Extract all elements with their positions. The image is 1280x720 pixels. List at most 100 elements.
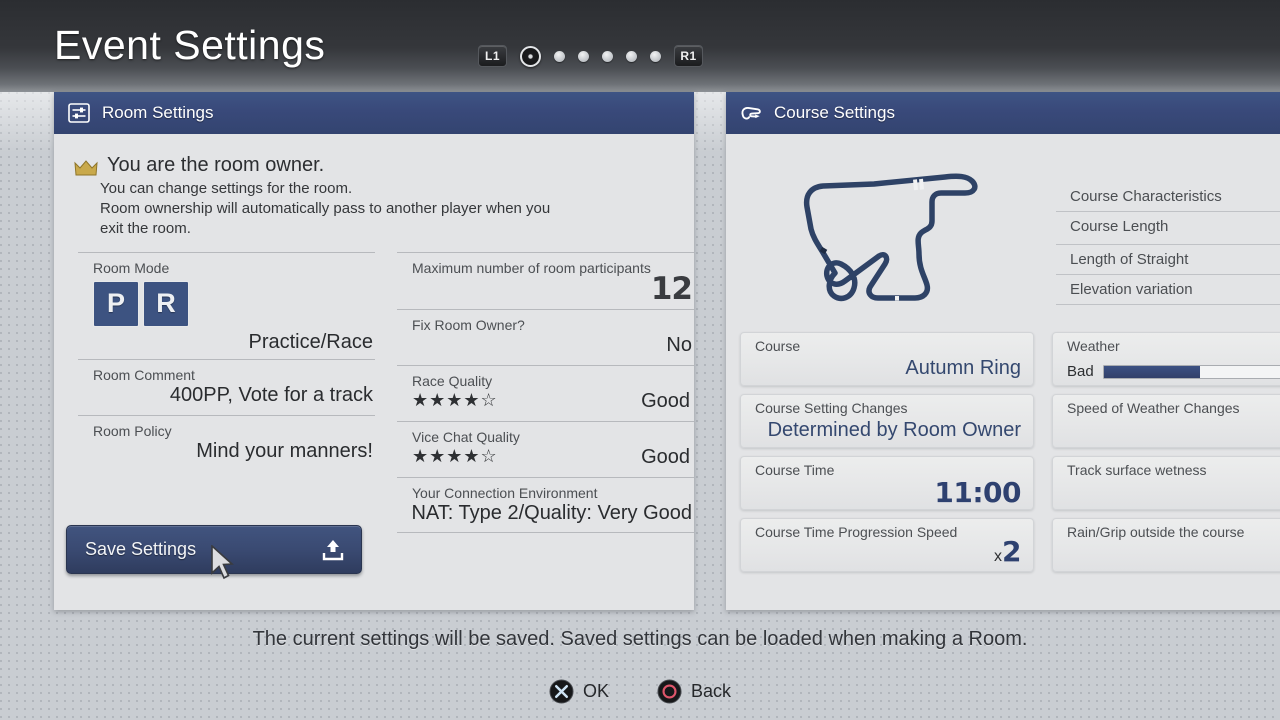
room-comment-value: 400PP, Vote for a track [169, 383, 373, 406]
course-cards-right-column: Weather Bad Good Speed of Weather Change… [1052, 332, 1280, 572]
cross-button-icon [549, 679, 574, 704]
card-course-setting-changes[interactable]: Course Setting Changes Determined by Roo… [740, 394, 1034, 448]
card-weather[interactable]: Weather Bad Good [1052, 332, 1280, 386]
course-cards-left-column: Course Autumn Ring Course Setting Change… [740, 332, 1034, 572]
room-settings-title: Room Settings [102, 103, 214, 122]
back-button[interactable]: Back [657, 679, 731, 704]
pager-dot-1[interactable] [520, 45, 541, 67]
room-mode-value: Practice/Race [248, 330, 374, 353]
pager-dot-5[interactable] [626, 50, 637, 62]
max-participants-value: 12 [650, 270, 693, 307]
course-label: Course [755, 338, 801, 354]
pager-dot-3[interactable] [578, 50, 589, 62]
setting-room-policy[interactable]: Room Policy Mind your manners! [78, 414, 375, 471]
characteristic-course-length: Course Length 2 [1056, 211, 1280, 244]
setting-fix-room-owner[interactable]: Fix Room Owner? No [397, 308, 694, 365]
weather-slider-track[interactable] [1102, 364, 1280, 379]
top-bar: Event Settings L1 R1 [0, 0, 1280, 92]
pager-dot-4[interactable] [602, 50, 613, 62]
room-owner-line-3: exit the room. [100, 219, 191, 237]
weather-slider-low-label: Bad [1067, 363, 1094, 380]
upload-icon [322, 539, 344, 560]
save-settings-label: Save Settings [85, 539, 197, 559]
ok-button[interactable]: OK [549, 679, 609, 704]
room-policy-label: Room Policy [93, 422, 172, 439]
room-mode-label: Room Mode [93, 259, 170, 276]
vice-chat-quality-stars: ★★★★☆ [412, 446, 498, 467]
vice-chat-quality-value: Good [641, 445, 690, 468]
crown-icon [74, 160, 98, 176]
course-time-progression-speed-value: x2 [994, 535, 1021, 568]
multiplier-number: 2 [1002, 535, 1021, 568]
autumn-ring-track-map [803, 173, 978, 301]
fix-room-owner-label: Fix Room Owner? [412, 316, 525, 333]
race-quality-stars: ★★★★☆ [412, 390, 498, 411]
course-time-value: 11:00 [934, 476, 1021, 509]
room-mode-badges: P R [78, 276, 375, 327]
room-policy-value: Mind your manners! [196, 439, 373, 462]
card-track-surface-wetness[interactable]: Track surface wetness [1052, 456, 1280, 510]
room-owner-line-1: You can change settings for the room. [100, 180, 353, 197]
room-owner-title: You are the room owner. [107, 154, 325, 176]
weather-label: Weather [1067, 338, 1120, 354]
mouse-cursor [211, 545, 234, 580]
course-settings-header: Course Settings [726, 92, 1280, 134]
rain-grip-outside-course-label: Rain/Grip outside the course [1067, 524, 1245, 540]
card-course-time[interactable]: Course Time 11:00 [740, 456, 1034, 510]
circle-button-icon [657, 679, 682, 704]
footer-message: The current settings will be saved. Save… [252, 628, 1028, 650]
page-pager: L1 R1 [478, 44, 703, 68]
card-course-time-progression-speed[interactable]: Course Time Progression Speed x2 [740, 518, 1034, 572]
speed-of-weather-changes-label: Speed of Weather Changes [1067, 400, 1240, 416]
setting-race-quality: Race Quality ★★★★☆ Good [397, 364, 694, 421]
r1-button[interactable]: R1 [674, 45, 703, 67]
room-owner-description: You can change settings for the room. Ro… [54, 177, 694, 239]
room-comment-label: Room Comment [93, 366, 195, 383]
course-time-progression-speed-label: Course Time Progression Speed [755, 524, 958, 540]
length-of-straight-label: Length of Straight [1070, 250, 1189, 268]
setting-connection-environment: Your Connection Environment NAT: Type 2/… [397, 476, 694, 533]
elevation-variation-label: Elevation variation [1070, 280, 1193, 298]
event-settings-screen: Event Settings L1 R1 Room Settings You a… [0, 0, 1280, 720]
course-characteristics-title-row: Course Characteristics [1056, 182, 1280, 211]
connection-environment-label: Your Connection Environment [412, 484, 598, 501]
max-participants-label: Maximum number of room participants [412, 259, 651, 276]
connection-environment-value: NAT: Type 2/Quality: Very Good [411, 501, 692, 524]
setting-room-mode[interactable]: Room Mode P R Practice/Race [78, 251, 375, 359]
page-title: Event Settings [54, 22, 326, 68]
characteristic-length-of-straight: Length of Straight [1056, 243, 1280, 274]
l1-button[interactable]: L1 [478, 45, 507, 67]
footer-buttons: OK Back [0, 679, 1280, 704]
race-quality-label: Race Quality [412, 372, 493, 389]
room-owner-line-2: Room ownership will automatically pass t… [100, 199, 551, 217]
setting-max-participants[interactable]: Maximum number of room participants 12 [397, 251, 694, 309]
course-setting-changes-label: Course Setting Changes [755, 400, 908, 416]
card-course[interactable]: Course Autumn Ring [740, 332, 1034, 386]
weather-slider[interactable]: Bad Good [1067, 363, 1280, 380]
sliders-icon [68, 103, 90, 123]
course-settings-title: Course Settings [774, 103, 895, 122]
course-settings-cards: Course Autumn Ring Course Setting Change… [740, 332, 1280, 572]
race-quality-value: Good [641, 389, 690, 412]
circuit-icon [741, 107, 761, 120]
pager-dot-6[interactable] [650, 50, 661, 62]
course-value: Autumn Ring [905, 357, 1021, 379]
pager-dot-2[interactable] [554, 50, 565, 62]
room-settings-left-column: Room Mode P R Practice/Race Room Comment… [78, 251, 375, 533]
room-settings-right-column: Maximum number of room participants 12 F… [397, 251, 694, 533]
multiplier-prefix: x [994, 548, 1003, 565]
setting-vice-chat-quality: Vice Chat Quality ★★★★☆ Good [397, 420, 694, 477]
fix-room-owner-value: No [666, 333, 692, 356]
course-length-label: Course Length [1070, 218, 1169, 235]
card-speed-of-weather-changes[interactable]: Speed of Weather Changes [1052, 394, 1280, 448]
room-mode-badge-race: R [143, 280, 189, 327]
course-characteristics: Course Characteristics Course Length 2 L… [1056, 182, 1280, 305]
course-characteristics-title: Course Characteristics [1070, 188, 1222, 205]
card-rain-grip-outside-course[interactable]: Rain/Grip outside the course [1052, 518, 1280, 572]
room-owner-notice: You are the room owner. [54, 134, 694, 177]
setting-room-comment[interactable]: Room Comment 400PP, Vote for a track [78, 358, 375, 415]
ok-button-label: OK [582, 681, 609, 701]
room-settings-columns: Room Mode P R Practice/Race Room Comment… [54, 251, 694, 533]
vice-chat-quality-label: Vice Chat Quality [412, 428, 520, 445]
track-surface-wetness-label: Track surface wetness [1067, 462, 1207, 478]
